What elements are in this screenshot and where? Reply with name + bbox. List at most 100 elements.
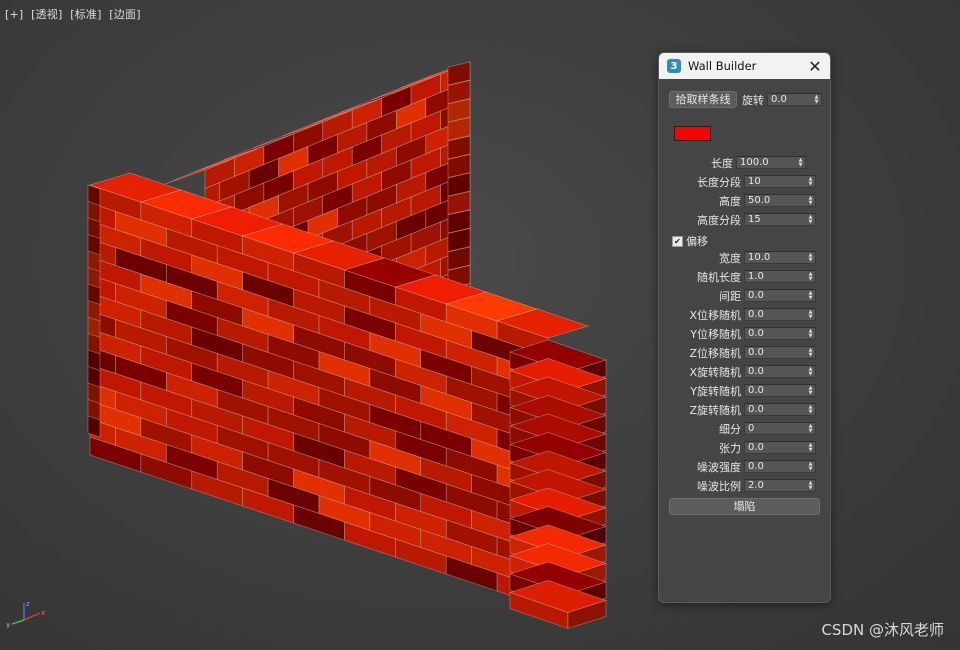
param-value: 100.0 bbox=[740, 157, 769, 168]
param-value: 0.0 bbox=[748, 347, 764, 358]
pick-spline-button[interactable]: 拾取样条线 bbox=[669, 91, 737, 108]
param-value: 0.0 bbox=[748, 309, 764, 320]
collapse-button[interactable]: 塌陷 bbox=[669, 498, 820, 515]
spinner-arrows-icon[interactable]: ▲ ▼ bbox=[806, 214, 815, 225]
spinner-arrows-icon[interactable]: ▲ ▼ bbox=[806, 347, 815, 358]
param-row: 高度分段 15 ▲ ▼ bbox=[659, 213, 816, 227]
param-label: 张力 bbox=[719, 441, 741, 455]
param-spinner[interactable]: 100.0 ▲ ▼ bbox=[736, 156, 806, 169]
param-label: 随机长度 bbox=[697, 270, 741, 284]
brick-left-edge bbox=[87, 415, 101, 438]
spinner-arrows-icon[interactable]: ▲ ▼ bbox=[806, 366, 815, 377]
watermark: CSDN @沐风老师 bbox=[821, 621, 944, 639]
param-row: 张力 0.0 ▲ ▼ bbox=[659, 441, 816, 455]
axis-y-label: y bbox=[6, 621, 10, 628]
param-value: 10 bbox=[748, 176, 761, 187]
param-label: 噪波强度 bbox=[697, 460, 741, 474]
param-label: 噪波比例 bbox=[697, 479, 741, 493]
param-value: 0.0 bbox=[748, 366, 764, 377]
spinner-arrows-icon[interactable]: ▲ ▼ bbox=[806, 461, 815, 472]
param-row: 间距 0.0 ▲ ▼ bbox=[659, 289, 816, 303]
spinner-arrows-icon[interactable]: ▲ ▼ bbox=[806, 480, 815, 491]
param-label: 高度分段 bbox=[697, 213, 741, 227]
param-label: 细分 bbox=[719, 422, 741, 436]
param-spinner[interactable]: 0.0 ▲ ▼ bbox=[744, 403, 816, 416]
spinner-arrows-icon[interactable]: ▲ ▼ bbox=[806, 252, 815, 263]
spinner-arrows-icon[interactable]: ▲ ▼ bbox=[806, 271, 815, 282]
param-label: Y旋转随机 bbox=[690, 384, 741, 398]
param-spinner[interactable]: 0.0 ▲ ▼ bbox=[744, 327, 816, 340]
param-value: 2.0 bbox=[748, 480, 764, 491]
param-row: 噪波比例 2.0 ▲ ▼ bbox=[659, 479, 816, 493]
param-value: 0 bbox=[748, 423, 755, 434]
offset-checkbox[interactable]: ✔ bbox=[672, 235, 683, 247]
param-row: 细分 0 ▲ ▼ bbox=[659, 422, 816, 436]
param-row: Y位移随机 0.0 ▲ ▼ bbox=[659, 327, 816, 341]
param-row: X位移随机 0.0 ▲ ▼ bbox=[659, 308, 816, 322]
param-value: 0.0 bbox=[748, 290, 764, 301]
param-spinner[interactable]: 0.0 ▲ ▼ bbox=[744, 384, 816, 397]
param-label: Y位移随机 bbox=[690, 327, 741, 341]
param-spinner[interactable]: 0 ▲ ▼ bbox=[744, 422, 816, 435]
panel-title: Wall Builder bbox=[688, 59, 757, 73]
axis-x-label: x bbox=[41, 609, 45, 617]
param-row: 长度分段 10 ▲ ▼ bbox=[659, 175, 816, 189]
param-label: Z旋转随机 bbox=[689, 403, 741, 417]
wall-builder-panel: 3 Wall Builder ✕ 拾取样条线 旋转 0.0 ▲ ▼ 长度 100.0… bbox=[658, 52, 831, 603]
param-row: 随机长度 1.0 ▲ ▼ bbox=[659, 270, 816, 284]
param-value: 50.0 bbox=[748, 195, 771, 206]
param-row: 噪波强度 0.0 ▲ ▼ bbox=[659, 460, 816, 474]
param-row: 长度 100.0 ▲ ▼ bbox=[659, 156, 806, 170]
param-spinner[interactable]: 15 ▲ ▼ bbox=[744, 213, 816, 226]
param-value: 15 bbox=[748, 214, 761, 225]
spinner-arrows-icon[interactable]: ▲ ▼ bbox=[806, 176, 815, 187]
spinner-arrows-icon[interactable]: ▲ ▼ bbox=[796, 157, 805, 168]
param-spinner[interactable]: 0.0 ▲ ▼ bbox=[744, 365, 816, 378]
param-spinner[interactable]: 0.0 ▲ ▼ bbox=[744, 346, 816, 359]
axis-gizmo: z x y bbox=[6, 600, 45, 628]
param-row: X旋转随机 0.0 ▲ ▼ bbox=[659, 365, 816, 379]
param-spinner[interactable]: 2.0 ▲ ▼ bbox=[744, 479, 816, 492]
param-spinner[interactable]: 10 ▲ ▼ bbox=[744, 175, 816, 188]
param-value: 1.0 bbox=[748, 271, 764, 282]
param-value: 0.0 bbox=[748, 442, 764, 453]
param-spinner[interactable]: 0.0 ▲ ▼ bbox=[744, 441, 816, 454]
param-spinner[interactable]: 0.0 ▲ ▼ bbox=[744, 460, 816, 473]
param-row: Z旋转随机 0.0 ▲ ▼ bbox=[659, 403, 816, 417]
param-label: X位移随机 bbox=[689, 308, 741, 322]
3dsmax-app-icon: 3 bbox=[667, 59, 681, 73]
spinner-arrows-icon[interactable]: ▲ ▼ bbox=[812, 94, 821, 105]
param-row: Z位移随机 0.0 ▲ ▼ bbox=[659, 346, 816, 360]
param-label: 宽度 bbox=[719, 251, 741, 265]
param-value: 0.0 bbox=[748, 385, 764, 396]
param-spinner[interactable]: 10.0 ▲ ▼ bbox=[744, 251, 816, 264]
param-spinner[interactable]: 1.0 ▲ ▼ bbox=[744, 270, 816, 283]
spinner-arrows-icon[interactable]: ▲ ▼ bbox=[806, 404, 815, 415]
spinner-arrows-icon[interactable]: ▲ ▼ bbox=[806, 290, 815, 301]
spinner-arrows-icon[interactable]: ▲ ▼ bbox=[806, 195, 815, 206]
param-label: 长度 bbox=[711, 156, 733, 170]
param-value: 10.0 bbox=[748, 252, 771, 263]
rotation-label: 旋转 bbox=[742, 93, 764, 107]
param-row: 高度 50.0 ▲ ▼ bbox=[659, 194, 816, 208]
offset-checkbox-row[interactable]: ✔ 偏移 bbox=[672, 233, 708, 249]
param-spinner[interactable]: 0.0 ▲ ▼ bbox=[744, 289, 816, 302]
spinner-arrows-icon[interactable]: ▲ ▼ bbox=[806, 385, 815, 396]
spinner-arrows-icon[interactable]: ▲ ▼ bbox=[806, 442, 815, 453]
param-label: X旋转随机 bbox=[689, 365, 741, 379]
param-spinner[interactable]: 0.0 ▲ ▼ bbox=[744, 308, 816, 321]
param-row: 宽度 10.0 ▲ ▼ bbox=[659, 251, 816, 265]
param-value: 0.0 bbox=[748, 461, 764, 472]
spinner-arrows-icon[interactable]: ▲ ▼ bbox=[806, 309, 815, 320]
param-value: 0.0 bbox=[748, 404, 764, 415]
spinner-arrows-icon[interactable]: ▲ ▼ bbox=[806, 423, 815, 434]
param-label: 长度分段 bbox=[697, 175, 741, 189]
axis-z-label: z bbox=[26, 600, 30, 608]
param-spinner[interactable]: 50.0 ▲ ▼ bbox=[744, 194, 816, 207]
param-row: Y旋转随机 0.0 ▲ ▼ bbox=[659, 384, 816, 398]
spinner-arrows-icon[interactable]: ▲ ▼ bbox=[806, 328, 815, 339]
color-swatch[interactable] bbox=[674, 126, 711, 141]
rotation-spinner[interactable]: 0.0 ▲ ▼ bbox=[767, 93, 822, 106]
close-icon[interactable]: ✕ bbox=[806, 57, 824, 76]
panel-titlebar[interactable]: 3 Wall Builder ✕ bbox=[659, 53, 830, 79]
